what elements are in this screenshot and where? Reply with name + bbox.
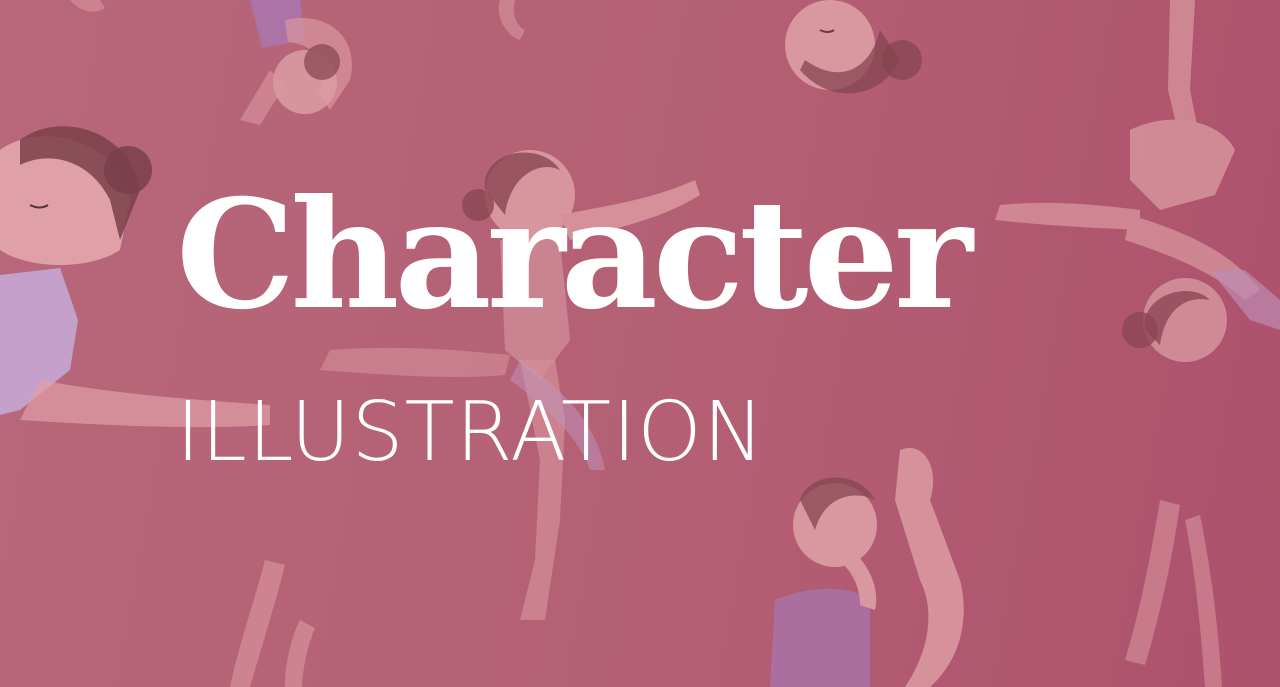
dancer-legs-bottom-right (1125, 500, 1222, 687)
ballerina-illustration (0, 0, 1280, 687)
banner-subtitle: ILLUSTRATION (176, 385, 766, 480)
dancer-top-left (240, 0, 352, 125)
banner: Character ILLUSTRATION (0, 0, 1280, 687)
dancer-legs-bottom-left (230, 560, 315, 687)
dancer-bottom-center (770, 448, 964, 687)
banner-title: Character (176, 167, 973, 343)
dancer-top-center (785, 0, 922, 94)
dancer-right (995, 0, 1280, 362)
